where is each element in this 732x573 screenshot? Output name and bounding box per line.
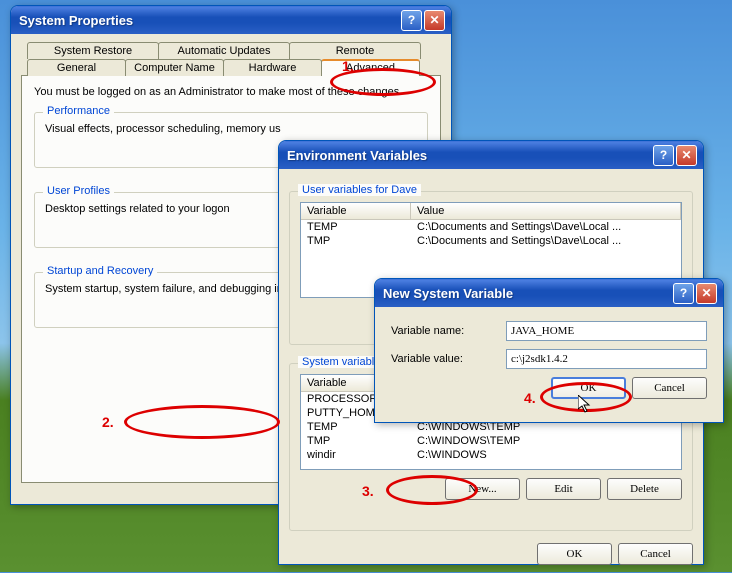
help-icon[interactable]: ? [653,145,674,166]
variable-value-input[interactable] [506,349,707,369]
user-variables-legend: User variables for Dave [298,184,421,196]
window-title: New System Variable [383,286,671,301]
performance-text: Visual effects, processor scheduling, me… [45,123,417,135]
cell-variable: TMP [301,234,411,248]
tab-system-restore[interactable]: System Restore [27,42,159,59]
help-icon[interactable]: ? [401,10,422,31]
startup-legend: Startup and Recovery [43,265,157,277]
titlebar[interactable]: Environment Variables ? ✕ [279,141,703,169]
cell-value: C:\WINDOWS [411,448,681,462]
cell-variable: windir [301,448,411,462]
tab-remote[interactable]: Remote [289,42,421,59]
close-icon[interactable]: ✕ [424,10,445,31]
tab-advanced[interactable]: Advanced [321,59,420,76]
cell-value: C:\Documents and Settings\Dave\Local ... [411,220,681,234]
titlebar[interactable]: New System Variable ? ✕ [375,279,723,307]
ok-button[interactable]: OK [551,377,626,399]
variable-name-label: Variable name: [391,325,506,337]
table-row[interactable]: TEMPC:\Documents and Settings\Dave\Local… [301,220,681,234]
table-row[interactable]: TMPC:\WINDOWS\TEMP [301,434,681,448]
cancel-button[interactable]: Cancel [632,377,707,399]
edit-button[interactable]: Edit [526,478,601,500]
titlebar[interactable]: System Properties ? ✕ [11,6,451,34]
close-icon[interactable]: ✕ [676,145,697,166]
tab-row-2: General Computer Name Hardware Advanced [27,59,441,76]
ok-button[interactable]: OK [537,543,612,565]
cell-value: C:\WINDOWS\TEMP [411,434,681,448]
table-row[interactable]: windirC:\WINDOWS [301,448,681,462]
tab-computer-name[interactable]: Computer Name [125,59,224,76]
tab-automatic-updates[interactable]: Automatic Updates [158,42,290,59]
tab-hardware[interactable]: Hardware [223,59,322,76]
help-icon[interactable]: ? [673,283,694,304]
new-system-variable-dialog: New System Variable ? ✕ Variable name: V… [374,278,724,423]
cell-variable: TMP [301,434,411,448]
cell-value: C:\Documents and Settings\Dave\Local ... [411,234,681,248]
performance-legend: Performance [43,105,114,117]
cancel-button[interactable]: Cancel [618,543,693,565]
intro-text: You must be logged on as an Administrato… [34,86,428,98]
col-value[interactable]: Value [411,203,681,219]
tab-general[interactable]: General [27,59,126,76]
new-button[interactable]: New... [445,478,520,500]
col-variable[interactable]: Variable [301,203,411,219]
tab-row-1: System Restore Automatic Updates Remote [27,42,441,59]
window-title: Environment Variables [287,148,651,163]
variable-name-input[interactable] [506,321,707,341]
list-header: Variable Value [301,203,681,220]
window-title: System Properties [19,13,399,28]
delete-button[interactable]: Delete [607,478,682,500]
user-profiles-legend: User Profiles [43,185,114,197]
table-row[interactable]: TMPC:\Documents and Settings\Dave\Local … [301,234,681,248]
cell-variable: TEMP [301,220,411,234]
close-icon[interactable]: ✕ [696,283,717,304]
variable-value-label: Variable value: [391,353,506,365]
